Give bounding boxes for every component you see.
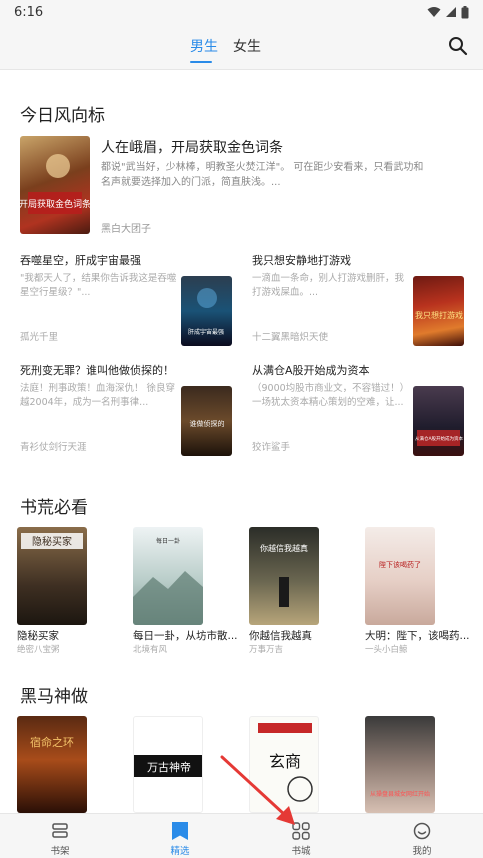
- grid-book-cover[interactable]: 隐秘买家: [17, 527, 87, 625]
- section-title-shuhuang: 书荒必看: [20, 498, 88, 518]
- featured-book-desc: 都说"武当好，少林棒，明教圣火焚江洋"。 可在距少安看来，只看武功和名声就要选择…: [101, 162, 424, 188]
- cover-text: 万古神帝: [147, 760, 191, 774]
- grid-icon: [292, 822, 310, 840]
- section-title-today: 今日风向标: [20, 106, 105, 126]
- book-card-author: 青衫仗剑行天涯: [20, 442, 87, 453]
- book-card-cover[interactable]: 从满仓A股开始成为资本: [413, 386, 464, 456]
- cover-text: 从操盘县城女网红开始: [370, 790, 430, 798]
- cover-text: 玄商: [269, 752, 301, 771]
- book-card-title[interactable]: 吞噬星空，肝成宇宙最强: [20, 252, 141, 268]
- cover-text: 你越信我越真: [260, 543, 308, 553]
- bottom-nav: 书架 精选 书城 我的: [0, 813, 483, 858]
- cover-text: 陛下该喝药了: [379, 560, 421, 569]
- grid-book-title[interactable]: 每日一卦，从坊市散...: [133, 628, 237, 643]
- top-tab-bar: 男生 女生: [0, 24, 483, 70]
- tab-male[interactable]: 男生: [190, 36, 218, 56]
- grid-book-title[interactable]: 你越信我越真: [249, 628, 353, 643]
- book-card-desc: 一滴血一条命，别人打游戏删肝，我打游戏屎血。...: [252, 273, 405, 298]
- book-card[interactable]: 我只想安静地打游戏 一滴血一条命，别人打游戏删肝，我打游戏屎血。... 十二翼黑…: [252, 252, 465, 347]
- grid-book-title[interactable]: 隐秘买家: [17, 628, 121, 643]
- cover-text: 我只想打游戏: [415, 310, 463, 320]
- cover-text: 从满仓A股开始成为资本: [415, 435, 464, 442]
- book-card-title[interactable]: 我只想安静地打游戏: [252, 252, 351, 268]
- book-card-title[interactable]: 死刑变无罪？谁叫他做侦探的！: [20, 362, 174, 378]
- search-icon[interactable]: [447, 35, 469, 57]
- status-bar: 6:16: [0, 0, 483, 24]
- book-card-author: 十二翼黑暗炽天使: [252, 332, 329, 343]
- book-card-title[interactable]: 从满仓A股开始成为资本: [252, 362, 370, 378]
- book-card-desc: （9000均股市商业文，不容错过！）一场犹太资本精心策划的空难，让...: [252, 383, 410, 408]
- grid-book-cover[interactable]: 万古神帝: [133, 716, 203, 813]
- grid-book-author: 一头小白鲸: [365, 645, 408, 655]
- tab-female[interactable]: 女生: [233, 36, 261, 56]
- battery-icon: [461, 5, 469, 18]
- bookmark-icon: [172, 822, 188, 840]
- cover-text: 谁做侦探的: [190, 419, 225, 428]
- grid-book-cover[interactable]: 宿命之环: [17, 716, 87, 813]
- nav-label: 书架: [50, 846, 70, 857]
- featured-book-title[interactable]: 人在峨眉，开局获取金色词条: [101, 137, 283, 157]
- grid-book-author: 绝密八宝粥: [17, 645, 60, 655]
- nav-label: 书城: [291, 846, 311, 857]
- grid-book-title[interactable]: 大明：陛下，该喝药...: [365, 628, 469, 643]
- grid-book-author: 万事万吉: [249, 645, 284, 655]
- nav-bookshelf[interactable]: 书架: [0, 814, 120, 858]
- nav-mine[interactable]: 我的: [362, 814, 482, 858]
- nav-featured[interactable]: 精选: [120, 814, 240, 858]
- book-card-desc: 法庭！刑事政策！血海深仇！ 徐良穿越2004年，成为一名刑事律...: [20, 383, 176, 408]
- section-title-heima: 黑马神做: [20, 687, 88, 707]
- book-card-cover[interactable]: 肝成宇宙最强: [181, 276, 232, 346]
- featured-book[interactable]: 开局获取金色词条 人在峨眉，开局获取金色词条 都说"武当好，少林棒，明教圣火焚江…: [20, 136, 465, 236]
- status-icons: [427, 5, 469, 19]
- nav-label: 我的: [412, 846, 432, 857]
- book-card-desc: "我都天人了，结果你告诉我这是吞噬星空行星级？"...: [20, 273, 177, 298]
- book-card-author: 狡诈鲨手: [252, 442, 291, 453]
- book-card[interactable]: 吞噬星空，肝成宇宙最强 "我都天人了，结果你告诉我这是吞噬星空行星级？"... …: [20, 252, 233, 347]
- book-card-cover[interactable]: 我只想打游戏: [413, 276, 464, 346]
- book-card[interactable]: 从满仓A股开始成为资本 （9000均股市商业文，不容错过！）一场犹太资本精心策划…: [252, 362, 465, 457]
- featured-cover-text: 开局获取金色词条: [20, 198, 90, 210]
- book-card-cover[interactable]: 谁做侦探的: [181, 386, 232, 456]
- cover-text: 每日一卦: [156, 537, 180, 545]
- cover-text: 隐秘买家: [32, 535, 72, 548]
- grid-book-cover[interactable]: 从操盘县城女网红开始: [365, 716, 435, 813]
- bookshelf-icon: [52, 823, 68, 838]
- book-card[interactable]: 死刑变无罪？谁叫他做侦探的！ 法庭！刑事政策！血海深仇！ 徐良穿越2004年，成…: [20, 362, 233, 457]
- cover-text: 宿命之环: [30, 735, 74, 749]
- nav-bookstore[interactable]: 书城: [241, 814, 361, 858]
- featured-book-author: 黑白大团子: [101, 224, 151, 235]
- nav-label: 精选: [170, 846, 190, 857]
- smile-icon: [413, 822, 431, 840]
- book-card-author: 孤光千里: [20, 332, 59, 343]
- grid-book-cover[interactable]: 你越信我越真: [249, 527, 319, 625]
- grid-book-cover[interactable]: 陛下该喝药了: [365, 527, 435, 625]
- status-time: 6:16: [14, 4, 44, 20]
- grid-book-cover[interactable]: 每日一卦: [133, 527, 203, 625]
- grid-book-cover[interactable]: 玄商: [249, 716, 319, 813]
- featured-book-cover[interactable]: 开局获取金色词条: [20, 136, 90, 234]
- wifi-icon: [427, 7, 441, 17]
- grid-book-author: 北境有风: [133, 645, 168, 655]
- active-tab-indicator: [190, 61, 212, 63]
- signal-icon: [446, 7, 456, 17]
- cover-text: 肝成宇宙最强: [188, 328, 224, 336]
